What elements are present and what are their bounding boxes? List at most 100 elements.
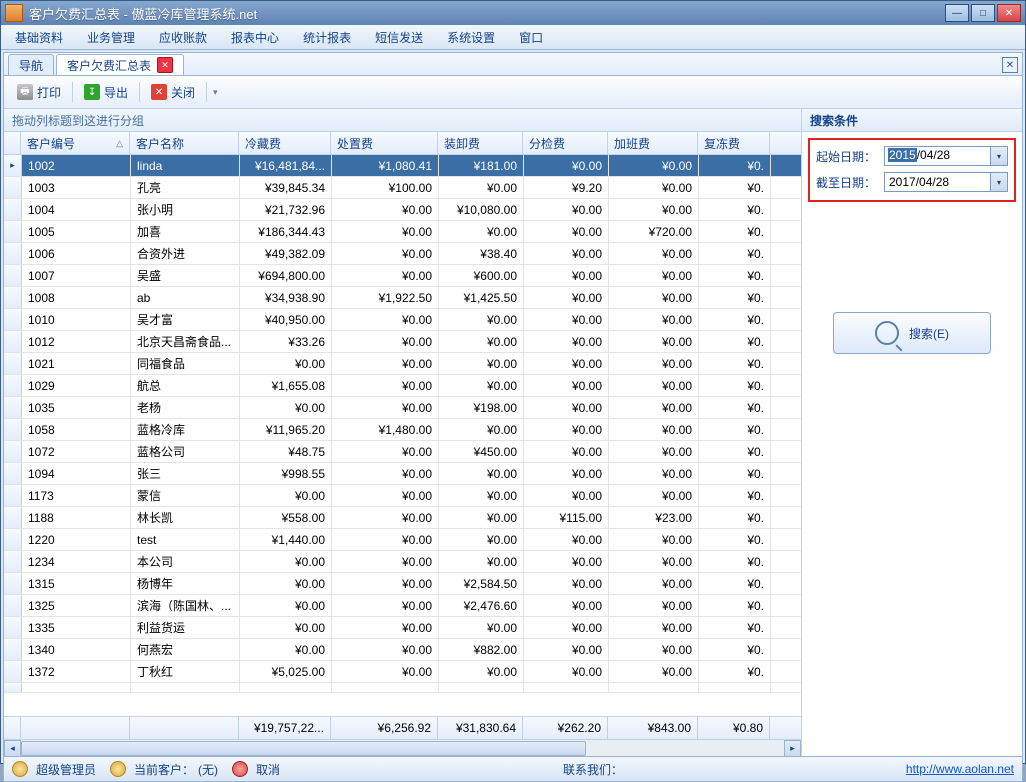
- table-row[interactable]: 1021同福食品¥0.00¥0.00¥0.00¥0.00¥0.00¥0.: [4, 353, 801, 375]
- toolbar-overflow-icon[interactable]: ▾: [213, 87, 218, 98]
- col-customer-id[interactable]: 客户编号△: [21, 132, 130, 154]
- menu-receivables[interactable]: 应收账款: [151, 27, 215, 48]
- cell-amount: ¥0.00: [609, 419, 699, 440]
- col-cold-fee[interactable]: 冷藏费: [239, 132, 331, 154]
- col-customer-name[interactable]: 客户名称: [130, 132, 239, 154]
- cell-customer-id: 1372: [22, 661, 131, 682]
- table-row[interactable]: 1012北京天昌斋食品...¥33.26¥0.00¥0.00¥0.00¥0.00…: [4, 331, 801, 353]
- cell-amount: ¥0.: [699, 265, 771, 286]
- end-date-dropdown-icon[interactable]: ▾: [990, 173, 1007, 191]
- table-row[interactable]: 1003孔亮¥39,845.34¥100.00¥0.00¥9.20¥0.00¥0…: [4, 177, 801, 199]
- cell-amount: ¥0.00: [332, 661, 439, 682]
- cell-amount: ¥11,965.20: [240, 419, 332, 440]
- table-row[interactable]: 1173蒙信¥0.00¥0.00¥0.00¥0.00¥0.00¥0.: [4, 485, 801, 507]
- menu-settings[interactable]: 系统设置: [439, 27, 503, 48]
- cell-amount: ¥0.00: [439, 485, 524, 506]
- row-indicator: [4, 331, 22, 352]
- footer-refreeze: ¥0.80: [698, 717, 770, 739]
- end-date-input[interactable]: ▾: [884, 172, 1008, 192]
- menu-sms[interactable]: 短信发送: [367, 27, 431, 48]
- start-date-input[interactable]: ▾ 2015/04/28: [884, 146, 1008, 166]
- start-date-label: 起始日期：: [816, 148, 880, 165]
- table-row[interactable]: 1188林长凯¥558.00¥0.00¥0.00¥115.00¥23.00¥0.: [4, 507, 801, 529]
- table-row[interactable]: 1335利益货运¥0.00¥0.00¥0.00¥0.00¥0.00¥0.: [4, 617, 801, 639]
- table-row[interactable]: 1315杨博年¥0.00¥0.00¥2,584.50¥0.00¥0.00¥0.: [4, 573, 801, 595]
- table-row[interactable]: ▸1002linda¥16,481,84...¥1,080.41¥181.00¥…: [4, 155, 801, 177]
- menu-window[interactable]: 窗口: [511, 27, 551, 48]
- cell-amount: ¥0.: [699, 507, 771, 528]
- maximize-button[interactable]: □: [971, 4, 995, 22]
- table-row[interactable]: 1035老杨¥0.00¥0.00¥198.00¥0.00¥0.00¥0.: [4, 397, 801, 419]
- table-row[interactable]: 1372丁秋红¥5,025.00¥0.00¥0.00¥0.00¥0.00¥0.: [4, 661, 801, 683]
- cell-amount: ¥0.: [699, 617, 771, 638]
- table-row[interactable]: 1007吴盛¥694,800.00¥0.00¥600.00¥0.00¥0.00¥…: [4, 265, 801, 287]
- cell-customer-id: 1072: [22, 441, 131, 462]
- export-icon: ↧: [84, 84, 100, 100]
- col-load-fee[interactable]: 装卸费: [438, 132, 523, 154]
- table-row[interactable]: 1325滨海（陈国林、...¥0.00¥0.00¥2,476.60¥0.00¥0…: [4, 595, 801, 617]
- customer-icon: [110, 761, 126, 777]
- table-row[interactable]: 1004张小明¥21,732.96¥0.00¥10,080.00¥0.00¥0.…: [4, 199, 801, 221]
- export-label: 导出: [104, 84, 128, 101]
- cell-customer-name: 吴才富: [131, 309, 240, 330]
- tab-summary[interactable]: 客户欠费汇总表 ✕: [56, 54, 184, 75]
- col-sort-fee[interactable]: 分检费: [523, 132, 608, 154]
- table-row[interactable]: 1029航总¥1,655.08¥0.00¥0.00¥0.00¥0.00¥0.: [4, 375, 801, 397]
- menu-business[interactable]: 业务管理: [79, 27, 143, 48]
- search-button[interactable]: 搜索(E): [833, 312, 991, 354]
- tab-navigation[interactable]: 导航: [8, 54, 54, 75]
- cell-amount: ¥40,950.00: [240, 309, 332, 330]
- table-row[interactable]: 1006合资外进¥49,382.09¥0.00¥38.40¥0.00¥0.00¥…: [4, 243, 801, 265]
- scroll-thumb[interactable]: [21, 741, 586, 756]
- contact-link[interactable]: http://www.aolan.net: [906, 762, 1014, 776]
- cell-amount: ¥0.: [699, 199, 771, 220]
- scroll-left-arrow[interactable]: ◂: [4, 740, 21, 757]
- start-date-dropdown-icon[interactable]: ▾: [990, 147, 1007, 165]
- group-by-hint[interactable]: 拖动列标题到这进行分组: [4, 109, 801, 132]
- cell-amount: ¥1,080.41: [332, 155, 439, 176]
- horizontal-scrollbar[interactable]: ◂ ▸: [4, 739, 801, 757]
- grid-body[interactable]: ▸1002linda¥16,481,84...¥1,080.41¥181.00¥…: [4, 155, 801, 716]
- close-button[interactable]: ✕ 关闭: [144, 81, 202, 104]
- menu-basic-data[interactable]: 基础资料: [7, 27, 71, 48]
- table-row[interactable]: 1008ab¥34,938.90¥1,922.50¥1,425.50¥0.00¥…: [4, 287, 801, 309]
- tab-close-icon[interactable]: ✕: [157, 57, 173, 73]
- table-row[interactable]: 1220test¥1,440.00¥0.00¥0.00¥0.00¥0.00¥0.: [4, 529, 801, 551]
- row-indicator: [4, 221, 22, 242]
- cell-amount: ¥0.: [699, 551, 771, 572]
- scroll-right-arrow[interactable]: ▸: [784, 740, 801, 757]
- cell-amount: ¥0.: [699, 485, 771, 506]
- cell-amount: ¥0.00: [609, 441, 699, 462]
- tab-navigation-label: 导航: [19, 57, 43, 74]
- cell-amount: ¥0.00: [439, 661, 524, 682]
- table-row[interactable]: 1010吴才富¥40,950.00¥0.00¥0.00¥0.00¥0.00¥0.: [4, 309, 801, 331]
- table-row[interactable]: 1005加喜¥186,344.43¥0.00¥0.00¥0.00¥720.00¥…: [4, 221, 801, 243]
- cell-amount: ¥0.00: [439, 551, 524, 572]
- col-refreeze-fee[interactable]: 复冻费: [698, 132, 770, 154]
- tabstrip-close-button[interactable]: ✕: [1002, 57, 1018, 73]
- table-row[interactable]: 1234本公司¥0.00¥0.00¥0.00¥0.00¥0.00¥0.: [4, 551, 801, 573]
- title-bar[interactable]: 客户欠费汇总表 - 傲蓝冷库管理系统.net — □ ✕: [1, 1, 1025, 25]
- status-cancel[interactable]: 取消: [232, 761, 280, 778]
- close-window-button[interactable]: ✕: [997, 4, 1021, 22]
- cell-amount: ¥0.00: [332, 309, 439, 330]
- print-button[interactable]: 🖶 打印: [10, 81, 68, 104]
- cell-amount: ¥0.00: [332, 265, 439, 286]
- cell-customer-name: linda: [131, 155, 240, 176]
- col-dispose-fee[interactable]: 处置费: [331, 132, 438, 154]
- cell-amount: ¥0.00: [524, 221, 609, 242]
- table-row[interactable]: 1058蓝格冷库¥11,965.20¥1,480.00¥0.00¥0.00¥0.…: [4, 419, 801, 441]
- row-indicator: [4, 463, 22, 484]
- menu-reports[interactable]: 报表中心: [223, 27, 287, 48]
- table-row[interactable]: 1340何燕宏¥0.00¥0.00¥882.00¥0.00¥0.00¥0.: [4, 639, 801, 661]
- menu-stats[interactable]: 统计报表: [295, 27, 359, 48]
- footer-load: ¥31,830.64: [438, 717, 523, 739]
- cell-amount: ¥600.00: [439, 265, 524, 286]
- col-overtime-fee[interactable]: 加班费: [608, 132, 698, 154]
- scroll-track[interactable]: [21, 741, 784, 756]
- table-row[interactable]: 1094张三¥998.55¥0.00¥0.00¥0.00¥0.00¥0.: [4, 463, 801, 485]
- cell-amount: ¥0.: [699, 595, 771, 616]
- table-row[interactable]: 1072蓝格公司¥48.75¥0.00¥450.00¥0.00¥0.00¥0.: [4, 441, 801, 463]
- export-button[interactable]: ↧ 导出: [77, 81, 135, 104]
- minimize-button[interactable]: —: [945, 4, 969, 22]
